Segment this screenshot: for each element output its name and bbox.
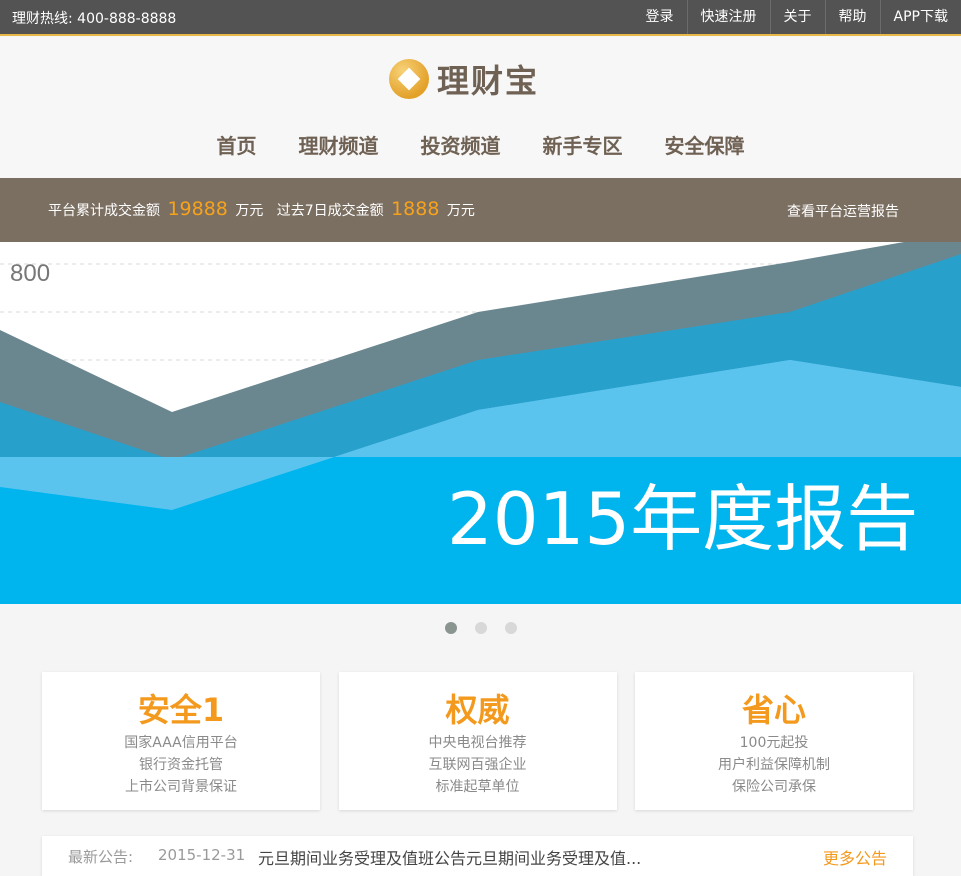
more-notices-link[interactable]: 更多公告 xyxy=(823,845,887,869)
feature-line: 100元起投 xyxy=(739,735,809,751)
about-link[interactable]: 关于 xyxy=(769,0,825,34)
feature-title: 权威 xyxy=(445,691,510,729)
feature-line: 银行资金托管 xyxy=(139,757,223,773)
top-bar: 理财热线: 400-888-8888 登录 快速注册 关于 帮助 APP下载 xyxy=(0,0,961,36)
feature-line: 保险公司承保 xyxy=(732,779,816,795)
banner-graphic: 800 2015年度报告 xyxy=(0,242,961,604)
hotline-text: 理财热线: 400-888-8888 xyxy=(12,11,177,27)
app-download-link[interactable]: APP下载 xyxy=(879,0,961,34)
login-link[interactable]: 登录 xyxy=(633,0,687,34)
nav-security[interactable]: 安全保障 xyxy=(665,130,745,159)
top-links: 登录 快速注册 关于 帮助 APP下载 xyxy=(633,0,961,34)
nav-newbie[interactable]: 新手专区 xyxy=(543,130,623,159)
main-nav: 首页 理财频道 投资频道 新手专区 安全保障 xyxy=(0,130,961,159)
hero-banner[interactable]: 800 2015年度报告 xyxy=(0,242,961,604)
feature-title: 安全1 xyxy=(137,691,225,729)
header: 理财宝 首页 理财频道 投资频道 新手专区 安全保障 xyxy=(0,36,961,178)
feature-line: 上市公司背景保证 xyxy=(125,779,237,795)
total-volume-unit: 万元 xyxy=(235,203,264,219)
feature-title: 省心 xyxy=(741,691,806,729)
feature-line: 国家AAA信用平台 xyxy=(124,735,238,751)
nav-finance[interactable]: 理财频道 xyxy=(299,130,379,159)
logo-diamond-icon xyxy=(389,59,429,99)
carousel-dot-1[interactable] xyxy=(444,622,457,634)
nav-invest[interactable]: 投资频道 xyxy=(421,130,501,159)
feature-line: 中央电视台推荐 xyxy=(428,735,527,751)
nav-home[interactable]: 首页 xyxy=(217,130,257,159)
logo[interactable]: 理财宝 xyxy=(389,56,539,102)
register-link[interactable]: 快速注册 xyxy=(686,0,770,34)
notice-date: 2015-12-31 xyxy=(158,846,246,864)
carousel-dot-2[interactable] xyxy=(474,622,487,634)
feature-card-ease: 省心 100元起投 用户利益保障机制 保险公司承保 xyxy=(635,672,913,810)
notice-link[interactable]: 元旦期间业务受理及值班公告元旦期间业务受理及值... xyxy=(258,845,688,869)
carousel-dots xyxy=(0,622,961,634)
feature-card-authority: 权威 中央电视台推荐 互联网百强企业 标准起草单位 xyxy=(338,672,617,810)
total-volume-label: 平台累计成交金额 xyxy=(48,203,160,219)
total-volume-value: 19888 xyxy=(167,198,228,220)
feature-line: 互联网百强企业 xyxy=(428,757,527,773)
notice-bar: 最新公告: 2015-12-31 元旦期间业务受理及值班公告元旦期间业务受理及值… xyxy=(42,836,913,876)
carousel-dot-3[interactable] xyxy=(504,622,517,634)
banner-title: 2015年度报告 xyxy=(447,477,918,561)
week-volume-unit: 万元 xyxy=(446,203,475,219)
week-volume-value: 1888 xyxy=(391,198,440,220)
week-volume-label: 过去7日成交金额 xyxy=(276,203,384,219)
notice-label: 最新公告: xyxy=(68,848,134,866)
feature-line: 用户利益保障机制 xyxy=(718,757,830,773)
operation-report-link[interactable]: 查看平台运营报告 xyxy=(787,201,899,221)
banner-axis-label: 800 xyxy=(10,260,50,287)
feature-line: 标准起草单位 xyxy=(435,779,520,795)
stats-bar: 平台累计成交金额 19888 万元 过去7日成交金额 1888 万元 查看平台运… xyxy=(0,178,961,242)
feature-card-safety: 安全1 国家AAA信用平台 银行资金托管 上市公司背景保证 xyxy=(42,672,320,810)
stats-summary: 平台累计成交金额 19888 万元 过去7日成交金额 1888 万元 xyxy=(48,198,475,220)
feature-cards: 安全1 国家AAA信用平台 银行资金托管 上市公司背景保证 权威 中央电视台推荐… xyxy=(42,672,913,810)
logo-text: 理财宝 xyxy=(437,62,540,100)
help-link[interactable]: 帮助 xyxy=(824,0,880,34)
